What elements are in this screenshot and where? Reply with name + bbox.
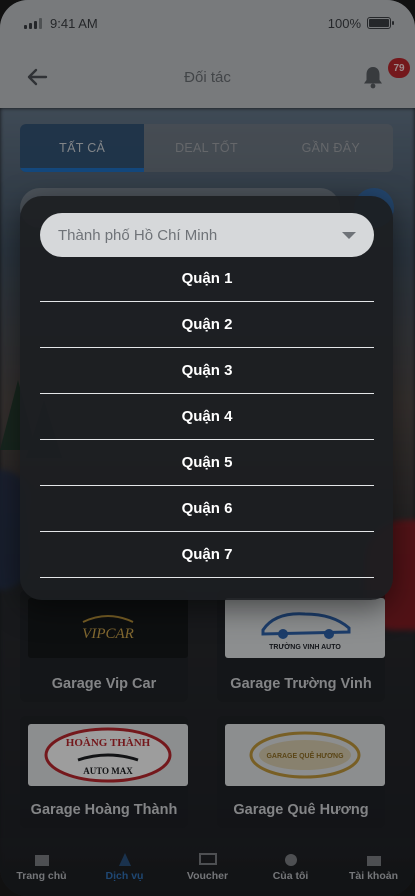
city-select[interactable]: Thành phố Hồ Chí Minh — [40, 213, 374, 257]
district-option[interactable]: Quận 7 — [40, 532, 374, 578]
district-option[interactable]: Quận 3 — [40, 348, 374, 394]
phone-screen: 9:41 AM 100% Đối tác 79 TẤT CẢ DEAL TỐT … — [0, 0, 415, 896]
chevron-down-icon — [342, 231, 356, 239]
district-list: Quận 1 Quận 2 Quận 3 Quận 4 Quận 5 Quận … — [40, 256, 374, 578]
district-option[interactable]: Quận 1 — [40, 256, 374, 302]
location-dropdown: Thành phố Hồ Chí Minh Quận 1 Quận 2 Quận… — [20, 196, 393, 600]
district-option[interactable]: Quận 6 — [40, 486, 374, 532]
district-option[interactable]: Quận 2 — [40, 302, 374, 348]
district-option[interactable]: Quận 4 — [40, 394, 374, 440]
district-option[interactable]: Quận 5 — [40, 440, 374, 486]
city-select-value: Thành phố Hồ Chí Minh — [58, 226, 218, 244]
